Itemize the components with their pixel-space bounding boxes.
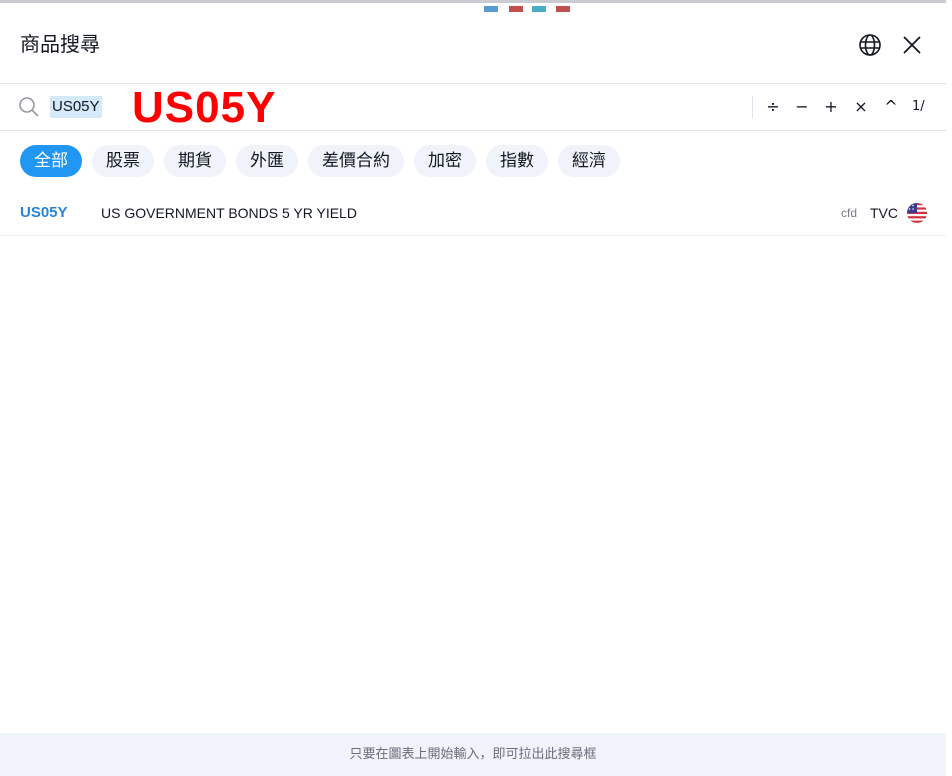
result-row[interactable]: US05Y US GOVERNMENT BONDS 5 YR YIELD cfd… (0, 190, 946, 236)
filter-chip-futures[interactable]: 期貨 (164, 145, 226, 177)
search-input[interactable]: US05Y (50, 96, 102, 118)
power-button[interactable]: ^ (883, 95, 899, 119)
result-type: cfd (841, 206, 858, 220)
filter-chip-crypto[interactable]: 加密 (414, 145, 476, 177)
annotation-overlay-label: US05Y (132, 83, 277, 132)
footer-hint: 只要在圖表上開始輸入，即可拉出此搜尋框 (0, 733, 946, 776)
dialog-right-edge (946, 0, 952, 776)
filter-chip-forex[interactable]: 外匯 (236, 145, 298, 177)
result-exchange: TVC (870, 205, 898, 221)
multiply-button[interactable]: × (853, 95, 869, 119)
minus-button[interactable]: − (794, 95, 810, 119)
filter-chip-index[interactable]: 指數 (486, 145, 548, 177)
filter-chip-cfd[interactable]: 差價合約 (308, 145, 404, 177)
search-bar: US05Y US05Y ÷ − + × ^ 1/ (0, 83, 946, 132)
us-flag-icon (906, 202, 928, 224)
result-symbol: US05Y (20, 204, 68, 221)
divide-button[interactable]: ÷ (765, 95, 781, 119)
globe-icon[interactable] (854, 29, 886, 61)
dialog-header: 商品搜尋 (0, 6, 946, 84)
toolbar-counter: 1/ (912, 99, 925, 114)
close-icon[interactable] (896, 29, 928, 61)
filter-chips: 全部 股票 期貨 外匯 差價合約 加密 指數 經濟 (20, 145, 620, 177)
filter-chip-stocks[interactable]: 股票 (92, 145, 154, 177)
result-description: US GOVERNMENT BONDS 5 YR YIELD (101, 205, 357, 221)
plus-button[interactable]: + (823, 95, 839, 119)
toolbar-divider (752, 96, 753, 118)
filter-chip-all[interactable]: 全部 (20, 145, 82, 177)
filter-chip-economy[interactable]: 經濟 (558, 145, 620, 177)
dialog-title: 商品搜尋 (20, 32, 100, 56)
search-icon (18, 96, 40, 118)
